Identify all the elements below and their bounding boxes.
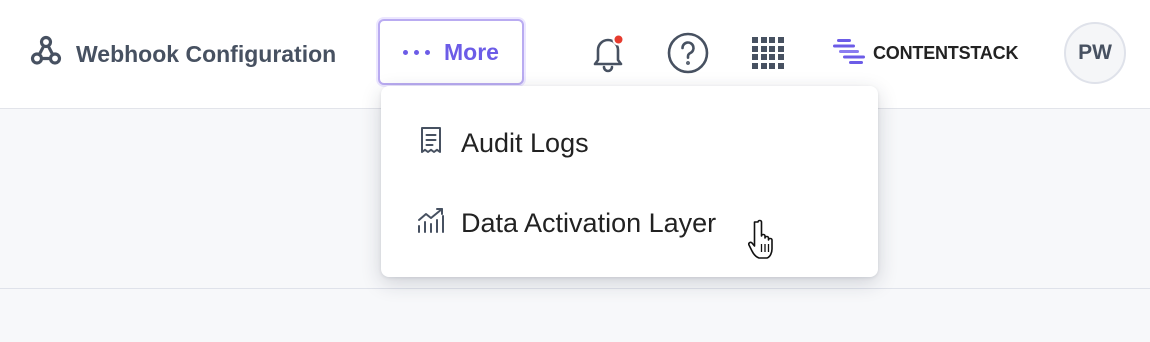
contentstack-brand-text: CONTENTSTACK bbox=[873, 42, 1019, 63]
analytics-icon bbox=[415, 204, 447, 243]
user-avatar[interactable]: PW bbox=[1064, 22, 1126, 84]
more-button-label: More bbox=[444, 38, 499, 65]
menu-item-data-activation-layer-label: Data Activation Layer bbox=[461, 207, 717, 238]
avatar-initials: PW bbox=[1078, 41, 1112, 64]
notification-bell-icon[interactable] bbox=[585, 30, 631, 76]
more-dropdown-menu: Audit Logs Data Activation Layer bbox=[381, 86, 878, 277]
more-dots-icon bbox=[403, 49, 431, 55]
apps-grid-icon[interactable] bbox=[752, 37, 784, 69]
webhook-configuration-link[interactable]: Webhook Configuration bbox=[28, 34, 336, 74]
contentstack-logo[interactable]: CONTENTSTACK bbox=[833, 38, 1018, 68]
webhook-configuration-label: Webhook Configuration bbox=[76, 40, 337, 67]
hand-pointer-cursor-icon bbox=[747, 218, 784, 260]
contentstack-logo-icon bbox=[833, 36, 867, 71]
menu-item-audit-logs[interactable]: Audit Logs bbox=[415, 123, 589, 163]
audit-log-icon bbox=[415, 124, 447, 163]
menu-item-audit-logs-label: Audit Logs bbox=[461, 127, 589, 158]
more-button[interactable]: More bbox=[378, 19, 524, 85]
help-icon[interactable] bbox=[666, 31, 710, 75]
content-divider bbox=[0, 288, 1150, 289]
webhook-icon bbox=[28, 33, 64, 75]
menu-item-data-activation-layer[interactable]: Data Activation Layer bbox=[415, 203, 716, 243]
